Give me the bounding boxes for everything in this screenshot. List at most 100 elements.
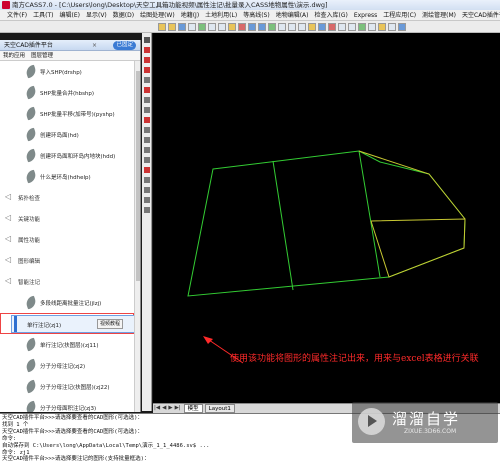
dimension-icon[interactable] xyxy=(144,157,150,163)
list-item-create-ring[interactable]: 创建环岛面(hd) xyxy=(0,124,134,145)
quickcalc-icon[interactable] xyxy=(348,22,356,31)
water-icon[interactable] xyxy=(144,67,150,73)
preview-icon[interactable] xyxy=(198,22,206,31)
list-item-single-line-annotation[interactable]: 单行注记(zj1) 视频教程 xyxy=(0,313,134,334)
layer-icon[interactable] xyxy=(358,22,366,31)
misc-icon[interactable] xyxy=(144,187,150,193)
leaf-icon xyxy=(24,169,38,184)
menu-engineering[interactable]: 工程应用(C) xyxy=(380,10,419,20)
open-folder-icon[interactable] xyxy=(168,22,176,31)
list-item-fraction-annotation-layer[interactable]: 分子分母注记(扶图层)(zj22) xyxy=(0,376,134,397)
category-topology-check[interactable]: ◁ 拓扑检查 xyxy=(0,187,134,208)
category-smart-annotation[interactable]: ◁ 智能注记 xyxy=(0,271,134,292)
pan-icon[interactable] xyxy=(268,22,276,31)
pin-button[interactable]: 已固定 xyxy=(113,41,136,50)
list-item-fraction-area-annotation[interactable]: 分子分母面积注记(zj3) xyxy=(0,397,134,412)
parcel-divider-1[interactable] xyxy=(272,160,294,291)
drawing-canvas[interactable] xyxy=(153,33,500,403)
menu-draw[interactable]: 绘图处理(W) xyxy=(137,10,178,20)
list-item-label: 分子分母注记(扶图层)(zj22) xyxy=(40,385,110,391)
pipeline-icon[interactable] xyxy=(144,97,150,103)
category-label: 关键功能 xyxy=(18,217,41,223)
tab-model[interactable]: 模型 xyxy=(183,404,203,413)
settings-icon[interactable] xyxy=(144,197,150,203)
tab-first-icon[interactable]: |◀ xyxy=(153,404,161,413)
parcel-outline[interactable] xyxy=(187,150,466,297)
symbol-icon[interactable] xyxy=(144,147,150,153)
tab-layer-manager[interactable]: 图层管理 xyxy=(28,51,56,60)
print-icon[interactable] xyxy=(188,22,196,31)
residence-icon[interactable] xyxy=(144,77,150,83)
more-icon[interactable] xyxy=(144,207,150,213)
tab-layout1[interactable]: Layout1 xyxy=(204,404,235,413)
list-item-single-line-annotation-layer[interactable]: 单行注记(扶图层)(zj11) xyxy=(0,334,134,355)
paste-icon[interactable] xyxy=(228,22,236,31)
parcel-divider-2[interactable] xyxy=(358,150,381,278)
vegetation-icon[interactable] xyxy=(144,127,150,133)
control-point-icon[interactable] xyxy=(144,57,150,63)
menu-tools[interactable]: 工具(T) xyxy=(30,10,56,20)
category-key-functions[interactable]: ◁ 关键功能 xyxy=(0,208,134,229)
redo-icon[interactable] xyxy=(258,22,266,31)
menu-feature-edit[interactable]: 地物编辑(A) xyxy=(273,10,312,20)
zoom-previous-icon[interactable] xyxy=(298,22,306,31)
leaf-icon xyxy=(24,358,38,373)
menu-edit[interactable]: 编辑(E) xyxy=(57,10,83,20)
tool-palette-icon[interactable] xyxy=(328,22,336,31)
new-file-icon[interactable] xyxy=(158,22,166,31)
video-tutorial-button[interactable]: 视频教程 xyxy=(97,319,124,329)
save-icon[interactable] xyxy=(178,22,186,31)
pencil-icon[interactable] xyxy=(378,22,386,31)
list-item-fraction-annotation[interactable]: 分子分母注记(zj2) xyxy=(0,355,134,376)
zoom-window-icon[interactable] xyxy=(288,22,296,31)
help-icon[interactable] xyxy=(398,22,406,31)
traffic-icon[interactable] xyxy=(144,87,150,93)
design-center-icon[interactable] xyxy=(318,22,326,31)
menu-contour[interactable]: 等高线(S) xyxy=(240,10,273,20)
list-item-ring-help[interactable]: 什么是环岛(hdhelp) xyxy=(0,166,134,187)
menu-view[interactable]: 显示(V) xyxy=(83,10,110,20)
boundary-icon[interactable] xyxy=(144,107,150,113)
menu-data[interactable]: 数据(D) xyxy=(110,10,137,20)
menu-plugin[interactable]: 天空CAD插件平台 xyxy=(459,10,500,20)
category-attribute-functions[interactable]: ◁ 属性功能 xyxy=(0,229,134,250)
contour-icon[interactable] xyxy=(144,167,150,173)
elevation-icon[interactable] xyxy=(144,177,150,183)
pointer-icon[interactable] xyxy=(144,37,150,43)
list-item-polyline-distance-annotation[interactable]: 多段线距离批量注记(jlzj) xyxy=(0,292,134,313)
parcel-yellow-top[interactable] xyxy=(358,150,466,220)
panel-scrollbar[interactable] xyxy=(134,61,140,412)
undo-icon[interactable] xyxy=(248,22,256,31)
list-item-label: 单行注记(扶图层)(zj11) xyxy=(40,343,99,349)
measure-icon[interactable] xyxy=(368,22,376,31)
leaf-icon xyxy=(24,379,38,394)
menu-check[interactable]: 检查入库(G) xyxy=(312,10,351,20)
menu-survey[interactable]: 测绘管理(M) xyxy=(419,10,459,20)
menu-cadastre[interactable]: 地籍(J) xyxy=(178,10,202,20)
menu-express[interactable]: Express xyxy=(351,10,380,20)
list-item-create-ring-parcel[interactable]: 创建环岛面和环岛内地块(hdd) xyxy=(0,145,134,166)
plugin-panel-tabs: 我的应用 图层管理 xyxy=(0,51,140,61)
match-properties-icon[interactable] xyxy=(238,22,246,31)
copy-icon[interactable] xyxy=(218,22,226,31)
tab-my-apps[interactable]: 我的应用 xyxy=(0,51,28,60)
close-icon[interactable]: × xyxy=(92,40,97,51)
zoom-realtime-icon[interactable] xyxy=(278,22,286,31)
cut-icon[interactable] xyxy=(208,22,216,31)
properties-icon[interactable] xyxy=(308,22,316,31)
list-item-import-shp[interactable]: 导入SHP(drshp) xyxy=(0,61,134,82)
parcel-yellow-bottom[interactable] xyxy=(370,218,466,278)
menu-landuse[interactable]: 土地利用(L) xyxy=(202,10,240,20)
arrow-icon[interactable] xyxy=(388,22,396,31)
tab-last-icon[interactable]: ▶| xyxy=(174,404,182,413)
markup-icon[interactable] xyxy=(338,22,346,31)
list-item-merge-shp[interactable]: SHP批量合并(hbshp) xyxy=(0,82,134,103)
text-icon[interactable] xyxy=(144,137,150,143)
play-logo-icon xyxy=(358,408,385,435)
list-item-translate-shp[interactable]: SHP批量平移(加带号)(pyshp) xyxy=(0,103,134,124)
poi-icon[interactable] xyxy=(144,47,150,53)
menu-file[interactable]: 文件(F) xyxy=(4,10,30,20)
category-graphic-edit[interactable]: ◁ 图形编辑 xyxy=(0,250,134,271)
terrain-icon[interactable] xyxy=(144,117,150,123)
scrollbar-thumb[interactable] xyxy=(136,71,140,281)
